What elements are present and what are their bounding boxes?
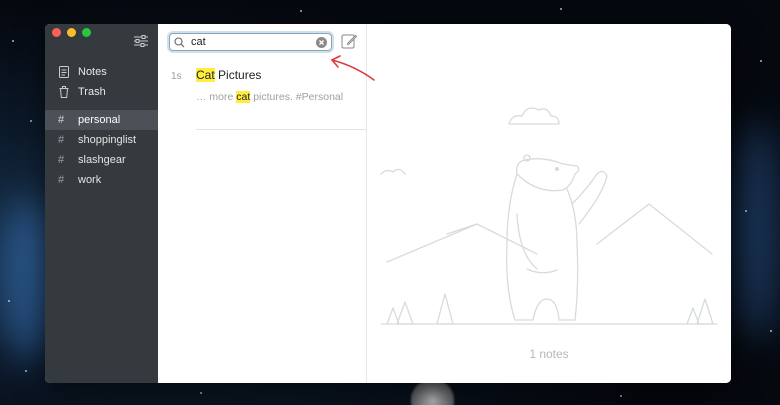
tag-label: work: [78, 174, 102, 186]
search-highlight: cat: [236, 91, 251, 103]
snippet-suffix: pictures. #Personal: [250, 91, 344, 103]
star: [560, 8, 562, 10]
star: [770, 330, 772, 332]
sidebar-nav: Notes Trash: [45, 62, 158, 102]
star: [745, 210, 747, 212]
trash-icon: [58, 86, 70, 98]
star: [200, 392, 202, 394]
tag-label: slashgear: [78, 154, 126, 166]
note-count: 1 notes: [529, 347, 569, 361]
sidebar-tag-slashgear[interactable]: # slashgear: [45, 150, 158, 170]
note-title-rest: Pictures: [214, 68, 262, 82]
note-snippet: … more cat pictures. #Personal: [196, 91, 343, 103]
minimize-button[interactable]: [67, 28, 76, 37]
star: [30, 120, 32, 122]
hash-icon: #: [58, 134, 65, 146]
polar-bear-illustration: [380, 107, 718, 325]
search-box: [169, 33, 332, 51]
window-controls: [52, 28, 91, 37]
search-icon: [174, 36, 185, 47]
divider: [196, 129, 367, 130]
note-list-item[interactable]: 1s Cat Pictures … more cat pictures. #Pe…: [158, 62, 367, 130]
sidebar-item-trash[interactable]: Trash: [45, 82, 158, 102]
tag-list: # personal # shoppinglist # slashgear # …: [45, 110, 158, 190]
star: [760, 60, 762, 62]
star: [8, 300, 10, 302]
hash-icon: #: [58, 114, 65, 126]
search-highlight: Cat: [196, 68, 215, 82]
tag-label: personal: [78, 114, 121, 126]
nebula-glow: [735, 120, 780, 340]
star: [620, 395, 622, 397]
note-title: Cat Pictures: [196, 68, 261, 82]
tag-label: shoppinglist: [78, 134, 137, 146]
sidebar-item-label: Notes: [78, 66, 107, 78]
clear-icon[interactable]: [316, 36, 327, 48]
note-detail-pane: 1 notes: [367, 24, 731, 383]
note-icon: [58, 66, 70, 78]
star: [300, 10, 302, 12]
sidebar-item-label: Trash: [78, 86, 106, 98]
hash-icon: #: [58, 174, 65, 186]
sidebar-tag-shoppinglist[interactable]: # shoppinglist: [45, 130, 158, 150]
hash-icon: #: [58, 154, 65, 166]
sliders-icon[interactable]: [133, 34, 149, 48]
sidebar: Notes Trash # personal # shoppinglist # …: [45, 24, 158, 383]
desktop-object: [405, 382, 460, 405]
search-input[interactable]: [191, 36, 316, 48]
compose-icon[interactable]: [341, 33, 357, 49]
star: [25, 370, 27, 372]
sidebar-tag-work[interactable]: # work: [45, 170, 158, 190]
close-button[interactable]: [52, 28, 61, 37]
sidebar-item-notes[interactable]: Notes: [45, 62, 158, 82]
app-window: Notes Trash # personal # shoppinglist # …: [45, 24, 731, 383]
snippet-prefix: … more: [196, 91, 237, 103]
note-list-pane: 1s Cat Pictures … more cat pictures. #Pe…: [158, 24, 367, 383]
note-age: 1s: [171, 71, 182, 82]
sidebar-tag-personal[interactable]: # personal: [45, 110, 158, 130]
star: [12, 40, 14, 42]
zoom-button[interactable]: [82, 28, 91, 37]
